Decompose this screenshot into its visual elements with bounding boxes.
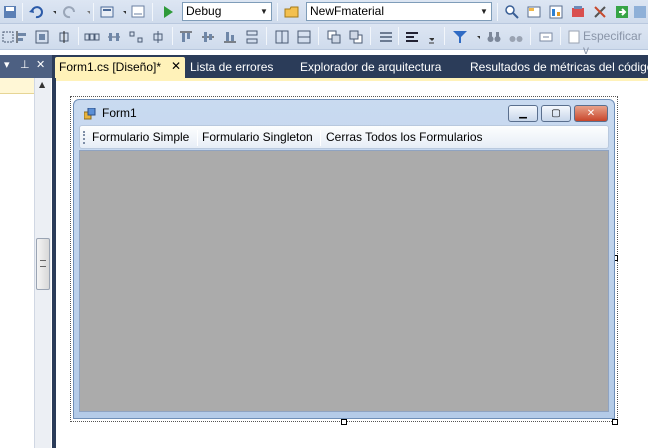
form-icon [83,107,96,120]
platform-combo[interactable]: NewFmaterial ▼ [306,2,492,21]
resize-handle-bottom-right[interactable] [612,419,618,425]
make-same-width-icon[interactable] [84,29,100,45]
form-client-area[interactable] [79,150,609,412]
toggle-icon[interactable] [538,29,554,45]
chevron-down-icon[interactable]: ▼ [257,3,271,20]
minimize-icon: ▁ [519,108,527,119]
align-center-icon[interactable] [34,29,50,45]
extension-manager-icon[interactable] [632,4,648,20]
close-icon[interactable]: ✕ [36,58,45,71]
resize-handle-bottom[interactable] [341,419,347,425]
menu-strip: Formulario Simple Formulario Singleton C… [79,125,609,149]
solution-config-combo[interactable]: Debug ▼ [182,2,272,21]
menu-item-formulario-simple[interactable]: Formulario Simple [92,130,189,144]
start-page-icon[interactable] [614,4,630,20]
document-tab-strip: ▾ ⊥ ✕ Form1.cs [Diseño]* ✕ Lista de erro… [0,55,648,78]
form-window[interactable]: Form1 ▁ ▢ ✕ Formulario Simple Formulario… [73,99,615,419]
maximize-icon: ▢ [551,108,561,119]
align-right-icon[interactable] [56,29,72,45]
binoculars-icon[interactable] [486,29,502,45]
solution-config-value: Debug [186,4,222,18]
bring-to-front-icon[interactable] [326,29,342,45]
align-middle-icon[interactable] [200,29,216,45]
tab-architecture-explorer[interactable]: Explorador de arquitectura [300,57,441,78]
horizontal-spacing-icon[interactable] [106,29,122,45]
tab-label: Form1.cs [Diseño]* [59,60,162,74]
decrease-spacing-icon[interactable] [150,29,166,45]
layout-toolbar [0,24,648,50]
find-in-files-icon[interactable] [504,4,520,20]
filter-icon[interactable] [452,29,468,45]
center-horizontally-icon[interactable] [274,29,290,45]
vertical-spacing-icon[interactable] [244,29,260,45]
form-titlebar[interactable]: Form1 ▁ ▢ ✕ [74,100,614,126]
find-icon[interactable] [130,4,146,20]
menu-item-formulario-singleton[interactable]: Formulario Singleton [202,130,313,144]
save-all-icon[interactable] [2,4,18,20]
align-top-icon[interactable] [178,29,194,45]
navigate-icon[interactable] [99,4,115,20]
layout-options-icon[interactable] [404,29,420,45]
tab-error-list[interactable]: Lista de errores [190,57,273,78]
menu-item-cerrar-todos[interactable]: Cerras Todos los Formularios [326,130,483,144]
properties-icon[interactable] [526,4,542,20]
specify-icon[interactable] [566,29,582,45]
binoculars-next-icon[interactable] [508,29,524,45]
undo-icon[interactable] [28,4,44,20]
menu-grip-icon[interactable] [83,131,85,144]
filter-dropdown-icon[interactable] [472,29,480,45]
tool-window-header: ▾ ⊥ ✕ [0,55,52,78]
toolbox-icon[interactable] [570,4,586,20]
align-left-icon[interactable] [14,29,30,45]
redo-dropdown-icon[interactable] [82,4,90,20]
form-title: Form1 [102,106,137,120]
selected-row[interactable] [0,78,34,94]
increase-spacing-icon[interactable] [128,29,144,45]
send-to-back-icon[interactable] [348,29,364,45]
open-folder-icon[interactable] [284,4,300,20]
window-position-icon[interactable]: ▾ [4,58,10,71]
undo-dropdown-icon[interactable] [48,4,56,20]
vertical-scrollbar[interactable]: ▲ [34,78,51,448]
maximize-button[interactable]: ▢ [541,105,571,122]
chevron-down-icon[interactable]: ▼ [477,3,491,20]
close-icon[interactable]: ✕ [171,59,181,73]
close-icon: ✕ [586,108,596,119]
center-vertically-icon[interactable] [296,29,312,45]
redo-icon[interactable] [62,4,78,20]
standard-toolbar: Debug ▼ NewFmaterial ▼ [0,0,648,24]
align-bottom-icon[interactable] [222,29,238,45]
tab-order-icon[interactable] [378,29,394,45]
navigate-dropdown-icon[interactable] [118,4,126,20]
specify-view-label[interactable]: Especificar v [583,29,648,57]
tools-icon[interactable] [592,4,608,20]
scroll-thumb[interactable] [36,238,50,290]
object-browser-icon[interactable] [548,4,564,20]
tab-code-metrics-results[interactable]: Resultados de métricas del código [470,57,648,78]
pin-icon[interactable]: ⊥ [20,58,30,71]
toolbar-overflow-icon[interactable] [424,29,434,45]
tab-form1-design[interactable]: Form1.cs [Diseño]* ✕ [55,57,185,78]
start-debug-icon[interactable] [160,4,176,20]
minimize-button[interactable]: ▁ [508,105,538,122]
platform-value: NewFmaterial [310,4,385,18]
close-button[interactable]: ✕ [574,105,608,122]
scroll-up-arrow-icon[interactable]: ▲ [39,80,45,89]
